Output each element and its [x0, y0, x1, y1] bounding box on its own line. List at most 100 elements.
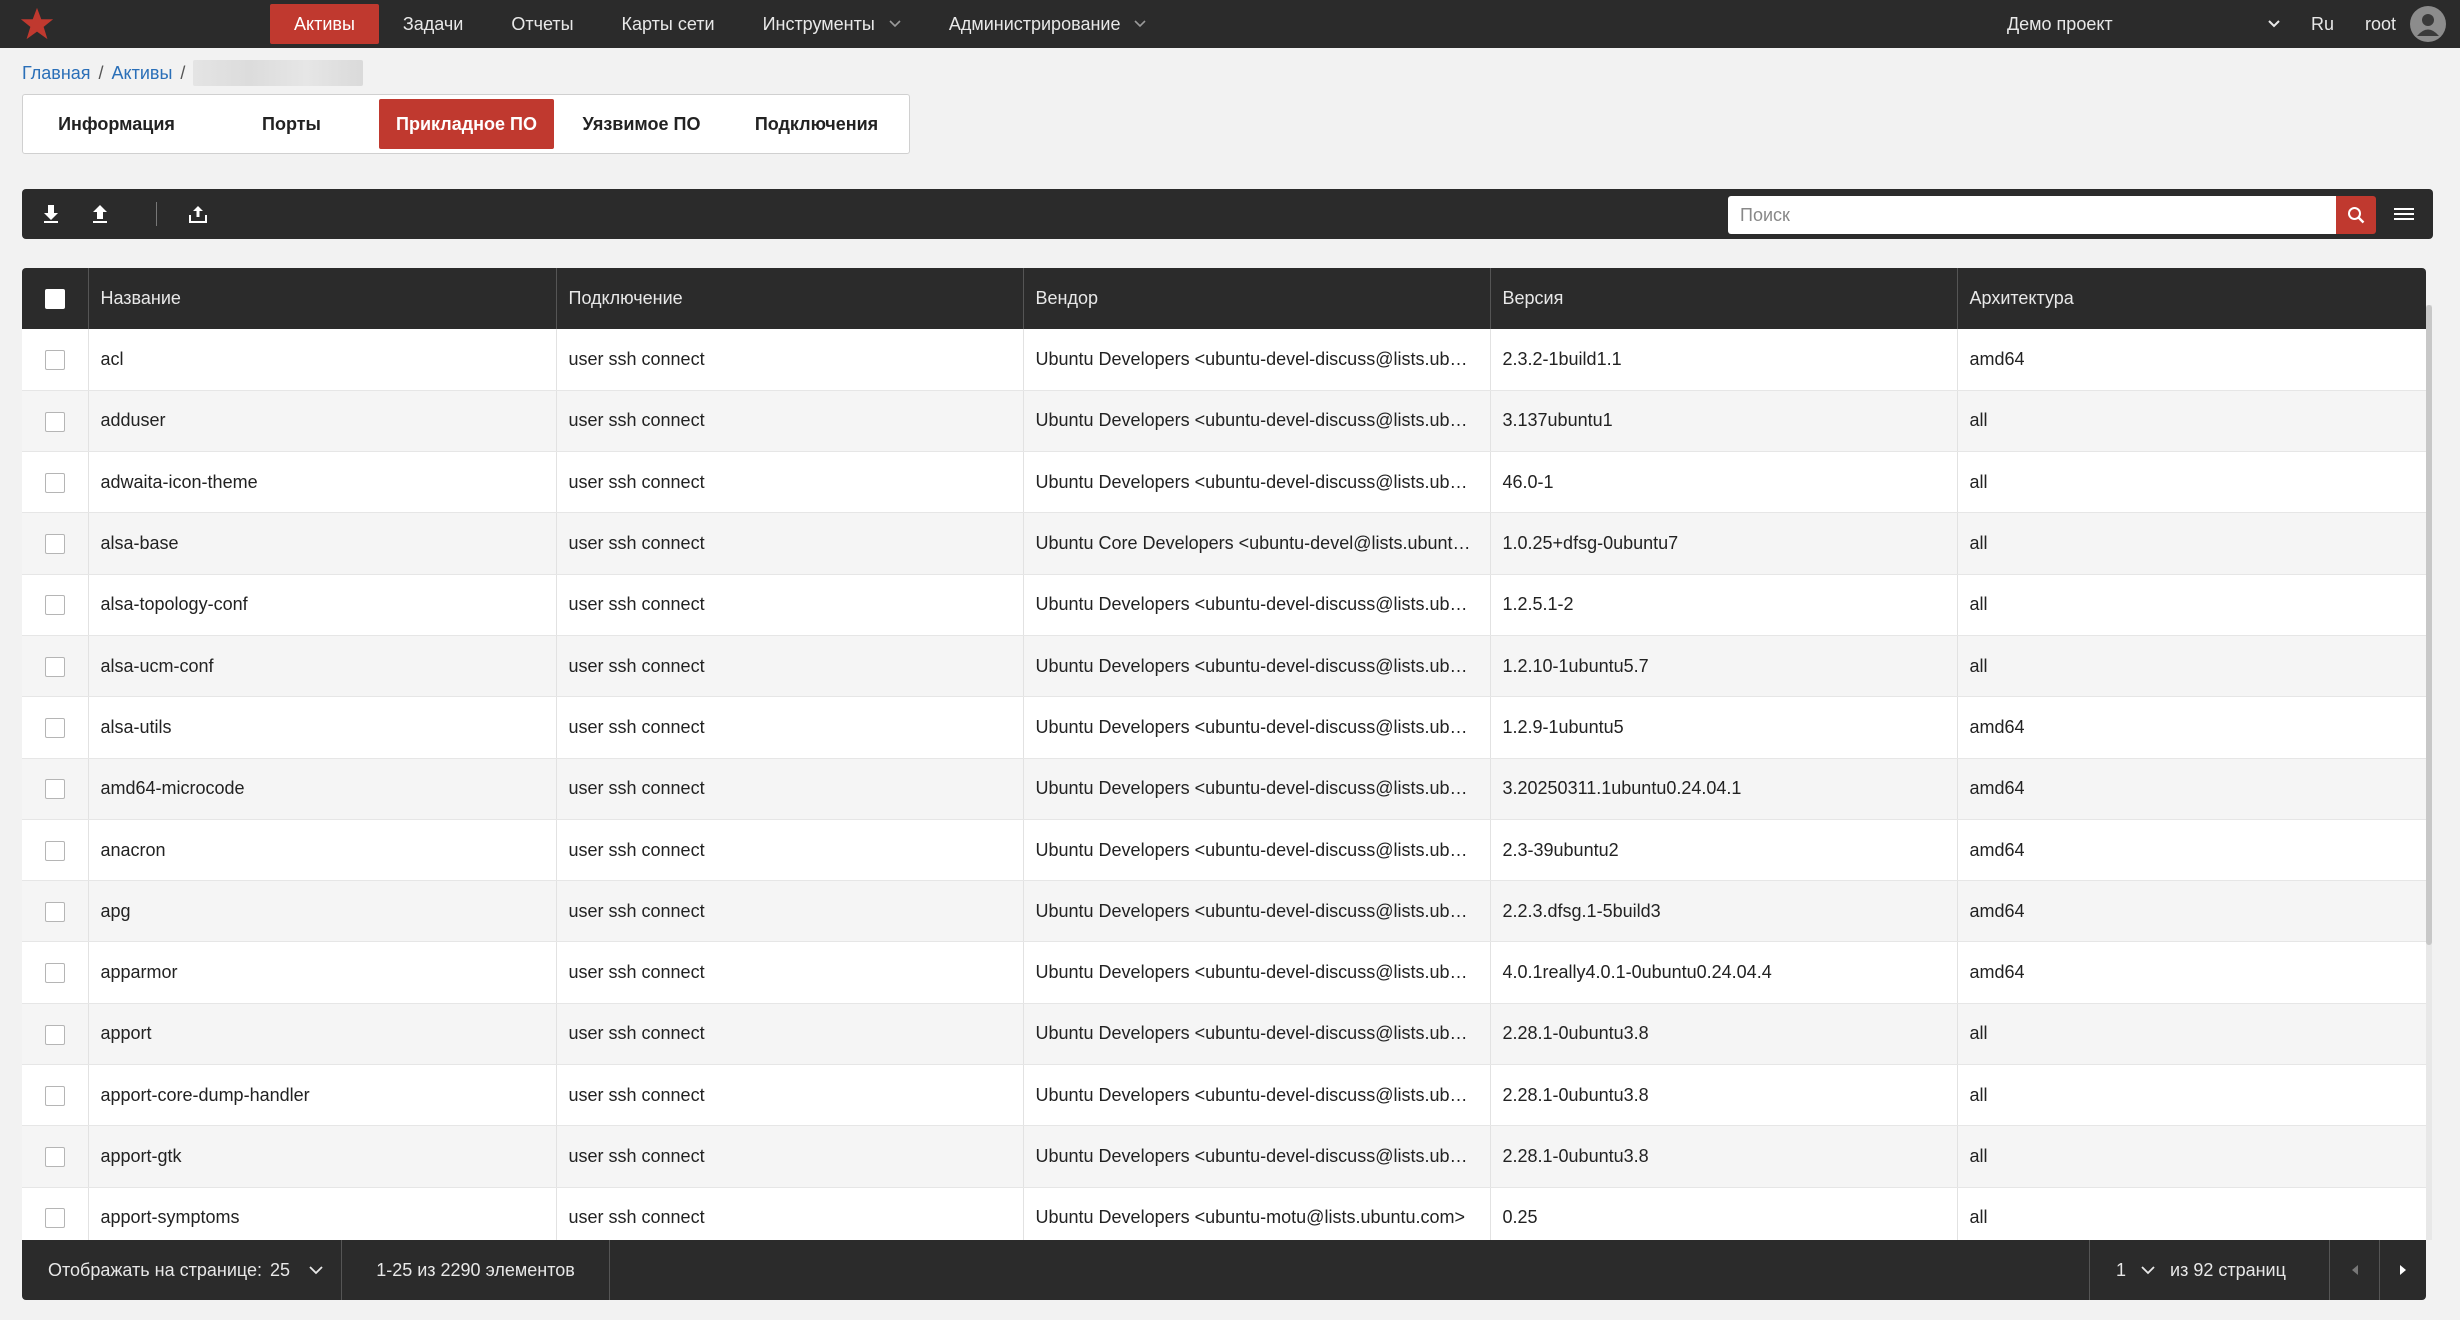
- breadcrumb-home[interactable]: Главная: [22, 63, 91, 84]
- table-row[interactable]: adwaita-icon-theme user ssh connect Ubuntu…: [22, 451, 2426, 514]
- project-selector[interactable]: Демо проект: [2007, 14, 2297, 35]
- download-button[interactable]: [37, 200, 65, 228]
- row-checkbox[interactable]: [44, 1085, 65, 1106]
- table-row[interactable]: alsa-utils user ssh connect Ubuntu Develop…: [22, 696, 2426, 759]
- cell-arch: amd64: [1957, 819, 2426, 882]
- row-checkbox[interactable]: [44, 656, 65, 677]
- table-row[interactable]: alsa-base user ssh connect Ubuntu Core Dev…: [22, 512, 2426, 575]
- chevron-down-icon: [2141, 1266, 2155, 1275]
- row-checkbox[interactable]: [44, 1208, 65, 1229]
- row-checkbox[interactable]: [44, 1147, 65, 1168]
- tab-3[interactable]: Уязвимое ПО: [554, 99, 729, 149]
- project-name: Демо проект: [2006, 13, 2113, 34]
- table-row[interactable]: apport-gtk user ssh connect Ubuntu Develop…: [22, 1125, 2426, 1188]
- tab-2[interactable]: Прикладное ПО: [379, 99, 554, 149]
- table-row[interactable]: apport-symptoms user ssh connect Ubuntu De…: [22, 1187, 2426, 1240]
- cell-vendor: Ubuntu Developers <ubuntu-devel-discuss@…: [1023, 941, 1491, 1004]
- upload-button[interactable]: [86, 200, 114, 228]
- search-button[interactable]: [2336, 196, 2376, 234]
- row-select-cell: [22, 1125, 89, 1188]
- select-all-checkbox[interactable]: [44, 289, 65, 310]
- row-select-cell: [22, 1064, 89, 1127]
- nav-item-label: Карты сети: [621, 13, 715, 34]
- table-row[interactable]: alsa-ucm-conf user ssh connect Ubuntu Deve…: [22, 635, 2426, 698]
- column-header-1[interactable]: Подключение: [556, 268, 1024, 329]
- chevron-down-icon: [2268, 20, 2280, 28]
- page-number-select[interactable]: 1: [2116, 1260, 2156, 1281]
- cell-vendor: Ubuntu Developers <ubuntu-devel-discuss@…: [1023, 635, 1491, 698]
- row-checkbox[interactable]: [44, 901, 65, 922]
- breadcrumb-current-redacted: [193, 60, 364, 86]
- cell-arch: all: [1957, 635, 2426, 698]
- search-icon: [2348, 207, 2365, 224]
- nav-item-2[interactable]: Отчеты: [487, 4, 597, 44]
- table-row[interactable]: acl user ssh connect Ubuntu Developers <ub…: [22, 329, 2426, 391]
- nav-item-4[interactable]: Инструменты: [739, 4, 925, 44]
- cell-version: 1.2.9-1ubuntu5: [1490, 696, 1958, 759]
- row-select-cell: [22, 880, 89, 943]
- chevron-down-icon: [1134, 20, 1147, 28]
- row-checkbox[interactable]: [44, 534, 65, 555]
- nav-item-3[interactable]: Карты сети: [598, 4, 739, 44]
- nav-item-5[interactable]: Администрирование: [925, 4, 1171, 44]
- star-logo-icon[interactable]: [18, 6, 56, 42]
- software-table: Название Подключение Вендор Версия Архитекту…: [22, 268, 2426, 1240]
- row-checkbox[interactable]: [44, 411, 65, 432]
- column-header-3[interactable]: Версия: [1490, 268, 1958, 329]
- column-header-2[interactable]: Вендор: [1023, 268, 1491, 329]
- language-switch[interactable]: Ru: [2311, 14, 2351, 35]
- column-header-0[interactable]: Название: [88, 268, 557, 329]
- tab-0[interactable]: Информация: [29, 99, 204, 149]
- row-checkbox[interactable]: [44, 718, 65, 739]
- row-select-cell: [22, 696, 89, 759]
- cell-arch: all: [1957, 1003, 2426, 1066]
- table-row[interactable]: amd64-microcode user ssh connect Ubuntu De…: [22, 758, 2426, 820]
- cell-name: anacron: [88, 819, 557, 882]
- table-row[interactable]: apparmor user ssh connect Ubuntu Developer…: [22, 941, 2426, 1004]
- items-range: 1-25 из 2290 элементов: [342, 1240, 610, 1300]
- cell-connection: user ssh connect: [556, 574, 1024, 636]
- cell-connection: user ssh connect: [556, 758, 1024, 820]
- per-page-selector[interactable]: Отображать на странице: 25: [22, 1240, 342, 1300]
- table-row[interactable]: alsa-topology-conf user ssh connect Ubuntu…: [22, 574, 2426, 636]
- row-checkbox[interactable]: [44, 595, 65, 616]
- table-row[interactable]: apport-core-dump-handler user ssh connect…: [22, 1064, 2426, 1127]
- top-navbar: Активы Задачи Отчеты Карты сети Инструменты А…: [0, 0, 2460, 48]
- scrollbar-thumb[interactable]: [2426, 305, 2432, 945]
- row-select-cell: [22, 390, 89, 453]
- nav-item-1[interactable]: Задачи: [379, 4, 487, 44]
- user-name[interactable]: root: [2365, 14, 2396, 35]
- search-input[interactable]: [1728, 196, 2337, 234]
- prev-page-button[interactable]: [2329, 1240, 2379, 1300]
- row-checkbox[interactable]: [44, 779, 65, 800]
- cell-version: 2.2.3.dfsg.1-5build3: [1490, 880, 1958, 943]
- cell-version: 0.25: [1490, 1187, 1958, 1240]
- nav-item-0[interactable]: Активы: [270, 4, 379, 44]
- cell-vendor: Ubuntu Developers <ubuntu-devel-discuss@…: [1023, 819, 1491, 882]
- row-select-cell: [22, 1003, 89, 1066]
- row-checkbox[interactable]: [44, 350, 65, 371]
- breadcrumb-assets[interactable]: Активы: [112, 63, 173, 84]
- columns-menu-button[interactable]: [2384, 200, 2424, 228]
- table-row[interactable]: anacron user ssh connect Ubuntu Developers…: [22, 819, 2426, 882]
- avatar-icon[interactable]: [2410, 6, 2446, 42]
- row-checkbox[interactable]: [44, 840, 65, 861]
- cell-connection: user ssh connect: [556, 329, 1024, 391]
- table-row[interactable]: adduser user ssh connect Ubuntu Developers…: [22, 390, 2426, 453]
- row-checkbox[interactable]: [44, 1024, 65, 1045]
- tab-4[interactable]: Подключения: [729, 99, 904, 149]
- table-row[interactable]: apg user ssh connect Ubuntu Developers <ub…: [22, 880, 2426, 943]
- cell-vendor: Ubuntu Developers <ubuntu-devel-discuss@…: [1023, 329, 1491, 391]
- export-button[interactable]: [184, 200, 212, 228]
- nav-item-label: Активы: [294, 13, 355, 34]
- cell-name: apparmor: [88, 941, 557, 1004]
- table-scrollbar[interactable]: [2426, 305, 2432, 1240]
- row-checkbox[interactable]: [44, 963, 65, 984]
- tab-1[interactable]: Порты: [204, 99, 379, 149]
- row-checkbox[interactable]: [44, 472, 65, 493]
- nav-item-label: Задачи: [402, 13, 464, 34]
- cell-name: alsa-ucm-conf: [88, 635, 557, 698]
- next-page-button[interactable]: [2379, 1240, 2426, 1300]
- table-row[interactable]: apport user ssh connect Ubuntu Developers …: [22, 1003, 2426, 1066]
- column-header-4[interactable]: Архитектура: [1957, 268, 2426, 329]
